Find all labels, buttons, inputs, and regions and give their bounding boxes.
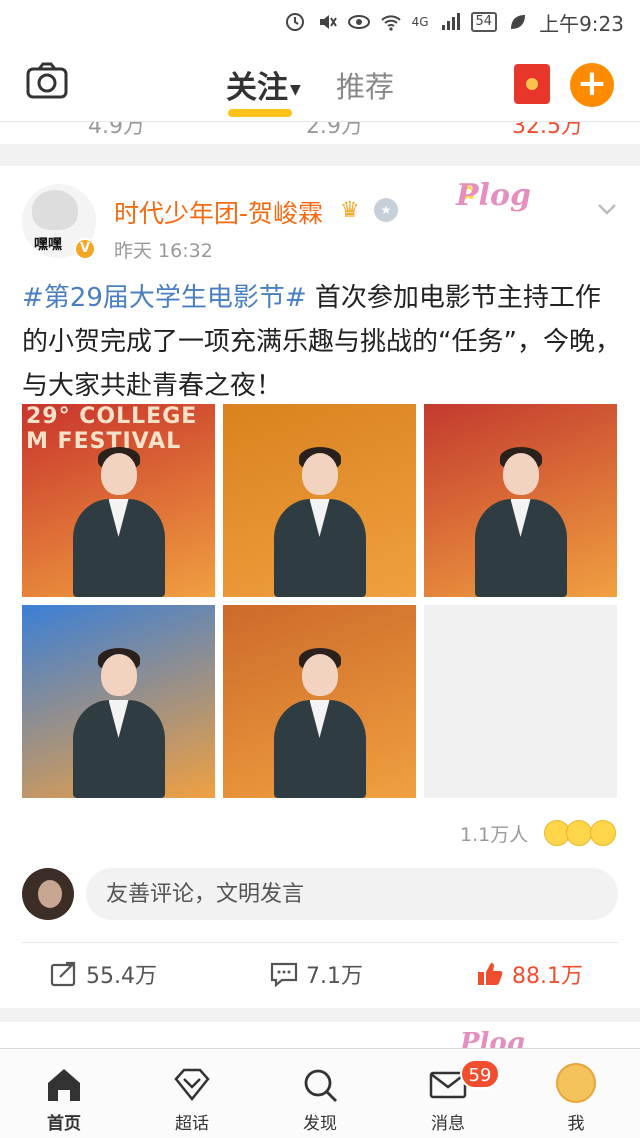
search-icon [304, 1069, 337, 1102]
hashtag-link[interactable]: #第29届大学生电影节# [22, 283, 307, 313]
top-nav: 关注 ▼ 推荐 + [0, 44, 640, 122]
leaf-icon [507, 11, 529, 33]
repost-count: 55.4万 [86, 964, 157, 989]
camera-icon[interactable] [26, 62, 68, 100]
comment-input[interactable] [86, 868, 618, 920]
crown-icon: ♛ [340, 198, 360, 223]
eye-icon [347, 11, 370, 33]
photo-4[interactable] [22, 605, 215, 798]
red-packet-icon[interactable] [514, 64, 550, 104]
previous-post-actions: 4.9万 2.9万 32.5万 [0, 122, 640, 144]
emoji-grin-icon [590, 820, 616, 846]
clock: 上午9:23 [539, 11, 624, 36]
compose-button[interactable]: + [570, 63, 614, 107]
verified-badge-icon: V [74, 238, 96, 260]
feed-post: 嘿嘿 V 时代少年团-贺峻霖 ♛ ★ 昨天 16:32 ✿ Plog #第29届… [0, 166, 640, 1008]
tab-discover-label: 发现 [303, 1114, 337, 1134]
photo-grid: 29° COLLEGE M FESTIVAL [22, 404, 618, 800]
like-count: 88.1万 [512, 964, 583, 989]
tab-super-topic[interactable]: 超话 [128, 1049, 256, 1138]
battery-level: 54 [470, 12, 498, 32]
alarm-icon [284, 11, 306, 33]
tab-discover[interactable]: 发现 [256, 1049, 384, 1138]
diamond-icon [174, 1068, 210, 1102]
prev-repost-count[interactable]: 4.9万 [88, 122, 145, 140]
prev-like-count[interactable]: 32.5万 [512, 122, 583, 140]
comment-button[interactable]: 7.1万 [270, 954, 363, 994]
thumbs-up-icon [478, 963, 503, 985]
repost-icon [50, 961, 76, 987]
tab-home-label: 首页 [47, 1114, 81, 1134]
tab-super-topic-label: 超话 [175, 1114, 209, 1134]
tab-recommend[interactable]: 推荐 [336, 64, 394, 106]
person-figure [69, 447, 169, 597]
author-name[interactable]: 时代少年团-贺峻霖 [114, 194, 323, 230]
tab-me[interactable]: 我 [512, 1049, 640, 1138]
prev-comment-count[interactable]: 2.9万 [306, 122, 363, 140]
avatar-face [32, 190, 78, 230]
divider [22, 942, 618, 943]
signal-icon [439, 11, 461, 33]
status-bar: 4G 54 上午9:23 [0, 0, 640, 44]
network-type: 4G [411, 15, 429, 29]
tab-home[interactable]: 首页 [0, 1049, 128, 1138]
message-count-badge: 59 [460, 1059, 500, 1089]
like-button[interactable]: 88.1万 [476, 954, 583, 994]
tab-messages-label: 消息 [431, 1114, 465, 1134]
avatar [556, 1063, 596, 1103]
tab-me-label: 我 [567, 1114, 585, 1134]
chevron-down-icon[interactable] [596, 198, 618, 220]
active-tab-indicator [228, 109, 292, 117]
plog-label: Plog [456, 178, 531, 213]
photo-2[interactable] [223, 404, 416, 597]
comment-icon [270, 962, 298, 987]
repost-button[interactable]: 55.4万 [50, 954, 157, 994]
mute-icon [316, 11, 338, 33]
caret-down-icon: ▼ [290, 81, 301, 98]
person-figure [270, 447, 370, 597]
photo-1[interactable]: 29° COLLEGE M FESTIVAL [22, 404, 215, 597]
tab-follow[interactable]: 关注 ▼ [226, 62, 301, 117]
comment-count: 7.1万 [306, 964, 363, 989]
emoji-laugh-icon [566, 820, 592, 846]
commenter-avatar[interactable] [22, 868, 74, 920]
bottom-tab-bar: 首页 超话 发现 消息 59 我 [0, 1048, 640, 1138]
wifi-icon [380, 11, 402, 33]
home-icon [48, 1069, 80, 1101]
photo-grid-empty-slot [424, 605, 617, 798]
person-figure [270, 648, 370, 798]
tab-follow-label: 关注 [226, 70, 288, 106]
post-time: 昨天 16:32 [114, 240, 213, 262]
medal-icon: ★ [374, 198, 398, 222]
reactions-count[interactable]: 1.1万人 [460, 820, 528, 847]
photo-5[interactable] [223, 605, 416, 798]
person-figure [69, 648, 169, 798]
photo-3[interactable] [424, 404, 617, 597]
person-figure [471, 447, 571, 597]
post-body: #第29届大学生电影节# 首次参加电影节主持工作的小贺完成了一项充满乐趣与挑战的… [22, 276, 622, 408]
avatar-caption: 嘿嘿 [34, 237, 62, 253]
